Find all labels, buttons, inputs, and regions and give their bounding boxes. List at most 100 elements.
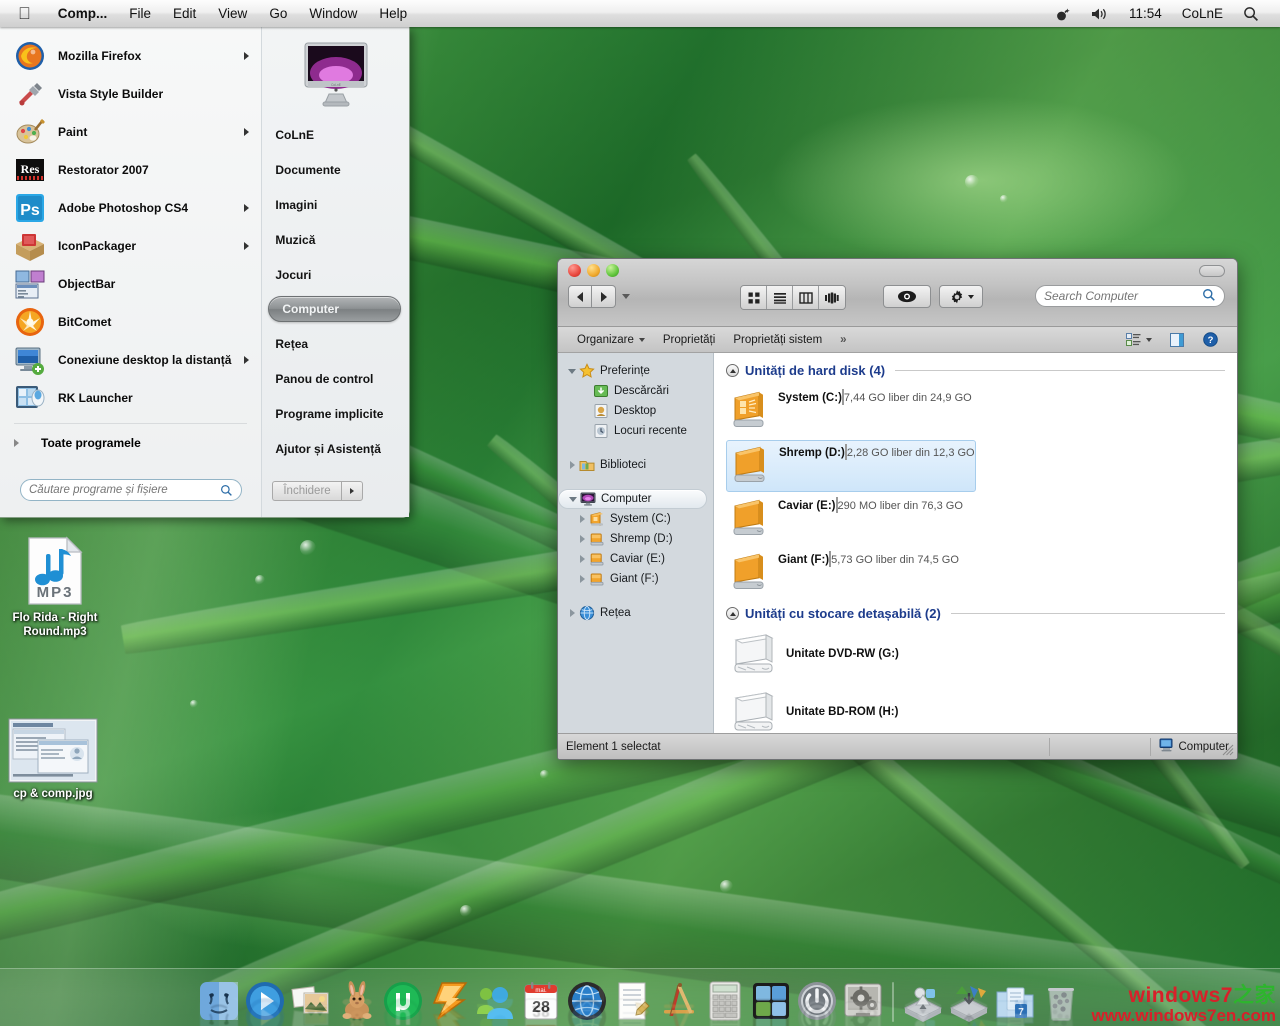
- dock-item-documents-folder[interactable]: 77: [994, 980, 1036, 1026]
- menu-item-view[interactable]: View: [207, 0, 258, 27]
- dock-item-messenger[interactable]: [474, 980, 516, 1026]
- dock-item-trash[interactable]: [1040, 980, 1082, 1026]
- dock-item-notes[interactable]: [612, 980, 654, 1026]
- start-menu-search-box[interactable]: [20, 479, 242, 501]
- eye-icon[interactable]: [883, 285, 931, 308]
- menu-item-help[interactable]: Help: [368, 0, 418, 27]
- close-button[interactable]: [568, 264, 581, 277]
- start-menu-place-computer[interactable]: Computer: [268, 296, 401, 322]
- nav-drive-caviare[interactable]: Caviar (E:): [558, 549, 713, 569]
- start-menu-item-rk-launcher[interactable]: RK Launcher: [0, 379, 261, 417]
- toolbar-toggle-button[interactable]: [1199, 265, 1225, 277]
- optical-drive-tile[interactable]: Unitate BD-ROM (H:): [726, 687, 976, 733]
- start-menu-username[interactable]: CoLnE: [262, 117, 409, 152]
- dock-item-calendar[interactable]: mai. 28mai. 28: [520, 980, 562, 1026]
- menu-bar-clock[interactable]: 11:54: [1120, 0, 1171, 27]
- dock-item-calculator[interactable]: [704, 980, 746, 1026]
- twisty-closed-icon[interactable]: [576, 535, 588, 543]
- start-menu-search-input[interactable]: [29, 484, 220, 496]
- column-view-icon[interactable]: [793, 286, 819, 309]
- preview-pane-icon[interactable]: [1161, 330, 1194, 350]
- start-menu-item-bitcomet[interactable]: BitComet: [0, 303, 261, 341]
- organize-button[interactable]: Organizare: [568, 330, 654, 350]
- back-arrow-icon[interactable]: [568, 285, 592, 308]
- start-menu-place-re-ea[interactable]: Rețea: [262, 326, 409, 361]
- collapse-icon[interactable]: [726, 364, 739, 377]
- start-menu-item-paint[interactable]: Paint: [0, 113, 261, 151]
- drive-tile[interactable]: Shremp (D:) 2,28 GO liber din 12,3 GO: [726, 440, 976, 492]
- desktop-icon-jpg[interactable]: cp & comp.jpg: [0, 718, 118, 801]
- twisty-closed-icon[interactable]: [566, 609, 578, 617]
- twisty-closed-icon[interactable]: [566, 461, 578, 469]
- drive-tile[interactable]: Giant (F:) 5,73 GO liber din 74,5 GO: [726, 548, 976, 600]
- forward-arrow-icon[interactable]: [592, 285, 616, 308]
- start-menu-item-restorator-2007[interactable]: Res Restorator 2007: [0, 151, 261, 189]
- volume-icon[interactable]: [1082, 0, 1118, 27]
- maximize-button[interactable]: [606, 264, 619, 277]
- dock-item-rabbit[interactable]: [336, 980, 378, 1026]
- start-menu-item-iconpackager[interactable]: IconPackager: [0, 227, 261, 265]
- explorer-title-bar[interactable]: [558, 259, 1237, 327]
- nav-libraries[interactable]: Biblioteci: [558, 455, 713, 475]
- dock-item-browser[interactable]: [566, 980, 608, 1026]
- dock-item-fonts[interactable]: [658, 980, 700, 1026]
- start-menu-item-mozilla-firefox[interactable]: Mozilla Firefox: [0, 37, 261, 75]
- start-menu-place-ajutor-i-asisten[interactable]: Ajutor și Asistență: [262, 431, 409, 466]
- shutdown-button-group[interactable]: Închidere: [272, 481, 363, 501]
- dock-item-finder[interactable]: [198, 980, 240, 1026]
- dock-item-downloads-stack[interactable]: [948, 980, 990, 1026]
- nav-network[interactable]: Rețea: [558, 603, 713, 623]
- dock-item-applications-stack[interactable]: [902, 980, 944, 1026]
- twisty-closed-icon[interactable]: [576, 555, 588, 563]
- start-menu-place-imagini[interactable]: Imagini: [262, 187, 409, 222]
- dock-item-power[interactable]: [796, 980, 838, 1026]
- twisty-open-icon[interactable]: [567, 496, 579, 502]
- gear-icon[interactable]: [939, 285, 983, 308]
- menu-item-file[interactable]: File: [118, 0, 162, 27]
- dock-item-photos[interactable]: [290, 980, 332, 1026]
- start-menu-item-vista-style-builder[interactable]: Vista Style Builder: [0, 75, 261, 113]
- menu-item-go[interactable]: Go: [258, 0, 298, 27]
- start-menu-place-muzic[interactable]: Muzică: [262, 222, 409, 257]
- menu-item-window[interactable]: Window: [298, 0, 368, 27]
- shutdown-button[interactable]: Închidere: [272, 481, 341, 501]
- collapse-icon[interactable]: [726, 607, 739, 620]
- shutdown-options-button[interactable]: [340, 481, 363, 501]
- system-properties-button[interactable]: Proprietăți sistem: [724, 330, 831, 350]
- overflow-button[interactable]: »: [831, 330, 855, 350]
- search-icon[interactable]: [1234, 0, 1268, 27]
- all-programs-item[interactable]: Toate programele: [0, 428, 261, 458]
- properties-button[interactable]: Proprietăți: [654, 330, 724, 350]
- imac-user-picture[interactable]: CoLnE: [299, 37, 373, 111]
- menu-bar-username[interactable]: CoLnE: [1173, 0, 1232, 27]
- resize-grip[interactable]: [1220, 742, 1234, 756]
- start-menu-place-panou-de-control[interactable]: Panou de control: [262, 361, 409, 396]
- drive-tile[interactable]: Caviar (E:) 290 MO liber din 76,3 GO: [726, 494, 976, 546]
- explorer-search-input[interactable]: [1044, 289, 1202, 303]
- start-menu-item-objectbar[interactable]: ObjectBar: [0, 265, 261, 303]
- drive-tile[interactable]: System (C:) 7,44 GO liber din 24,9 GO: [726, 386, 976, 438]
- explorer-search-box[interactable]: [1035, 285, 1225, 307]
- dock-item-system-preferences[interactable]: [842, 980, 884, 1026]
- group-header-hard-disks[interactable]: Unități de hard disk (4): [726, 363, 1225, 378]
- twisty-closed-icon[interactable]: [576, 575, 588, 583]
- nav-drive-shrempd[interactable]: Shremp (D:): [558, 529, 713, 549]
- dock-item-dashboard[interactable]: [750, 980, 792, 1026]
- menu-item-app[interactable]: Comp...: [47, 0, 119, 27]
- start-menu-item-adobe-photoshop-cs4[interactable]: Ps Adobe Photoshop CS4: [0, 189, 261, 227]
- nav-computer[interactable]: Computer: [558, 489, 707, 509]
- list-view-icon[interactable]: [767, 286, 793, 309]
- icon-view-icon[interactable]: [741, 286, 767, 309]
- chevron-down-icon[interactable]: [622, 294, 630, 299]
- minimize-button[interactable]: [587, 264, 600, 277]
- twisty-closed-icon[interactable]: [576, 515, 588, 523]
- start-menu-place-jocuri[interactable]: Jocuri: [262, 257, 409, 292]
- coverflow-view-icon[interactable]: [819, 286, 845, 309]
- help-icon[interactable]: ?: [1194, 330, 1227, 350]
- menu-item-edit[interactable]: Edit: [162, 0, 207, 27]
- nav-favorite-desktop[interactable]: Desktop: [558, 401, 713, 421]
- start-menu-place-programe-implicite[interactable]: Programe implicite: [262, 396, 409, 431]
- nav-drive-systemc[interactable]: System (C:): [558, 509, 713, 529]
- dock-item-media-player[interactable]: [244, 980, 286, 1026]
- nav-favorites[interactable]: Preferințe: [558, 361, 713, 381]
